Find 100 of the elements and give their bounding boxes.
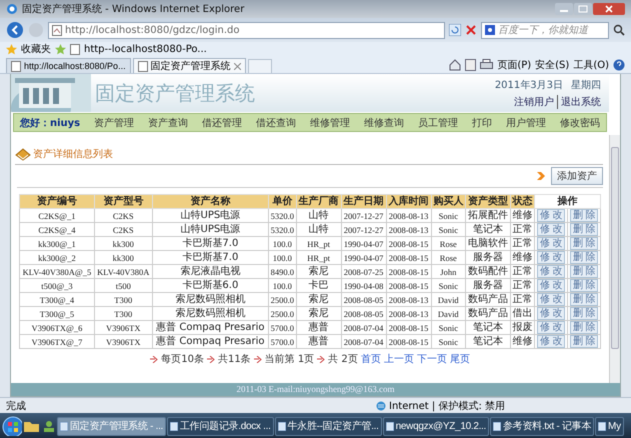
delete-button[interactable]: 删 除 — [570, 223, 598, 236]
table-cell: 借出 — [510, 306, 535, 320]
start-button[interactable] — [2, 416, 22, 436]
edit-button[interactable]: 修 改 — [536, 223, 566, 236]
table-cell: 山特UPS电源 — [152, 208, 269, 222]
taskbar-item[interactable]: 参考资料.txt - 记事本 — [490, 416, 594, 436]
page-link[interactable]: 下一页 — [416, 352, 447, 366]
delete-button[interactable]: 删 除 — [570, 321, 598, 334]
delete-button[interactable]: 删 除 — [570, 335, 598, 348]
taskbar-item[interactable]: My — [595, 416, 624, 436]
search-field[interactable]: 百度一下，你就知道 — [481, 22, 609, 38]
arrow-icon — [150, 356, 158, 362]
table-cell: C2KS@_1 — [20, 208, 94, 222]
table-cell: 卡巴斯基7.0 — [152, 250, 269, 264]
browser-tab[interactable]: http://localhost:8080/Po... — [6, 58, 131, 73]
delete-button[interactable]: 删 除 — [570, 293, 598, 306]
stop-icon[interactable] — [465, 24, 477, 36]
column-header: 生产日期 — [341, 194, 386, 208]
table-cell: 报废 — [510, 320, 535, 334]
toolbar-menu[interactable]: 安全(S) — [535, 58, 570, 72]
browser-tab[interactable]: 固定资产管理系统 — [132, 58, 246, 73]
table-cell: 索尼数码照相机 — [152, 292, 269, 306]
nav-link[interactable]: 资产查询 — [148, 116, 188, 130]
table-cell: 8490.0 — [268, 264, 296, 278]
edit-button[interactable]: 修 改 — [536, 237, 566, 250]
nav-link[interactable]: 借还管理 — [202, 116, 242, 130]
table-cell: 5700.0 — [268, 320, 296, 334]
table-cell: 2007-12-27 — [341, 208, 386, 222]
help-icon[interactable] — [613, 58, 625, 70]
close-button[interactable] — [593, 3, 625, 15]
edit-button[interactable]: 修 改 — [536, 321, 566, 334]
close-tab-icon[interactable] — [234, 62, 241, 70]
edit-button[interactable]: 修 改 — [536, 279, 566, 292]
table-cell: 拓展配件 — [466, 208, 511, 222]
add-asset-button[interactable]: 添加资产 — [551, 167, 603, 185]
table-cell: kk300 — [94, 250, 152, 264]
favorite-link[interactable]: http--localhost8080-Po... — [84, 44, 207, 54]
column-header: 操作 — [534, 194, 600, 208]
site-title: 固定资产管理系统 — [95, 80, 255, 106]
table-cell: 2007-12-27 — [341, 222, 386, 236]
edit-button[interactable]: 修 改 — [536, 335, 566, 348]
table-cell: 100.0 — [268, 236, 296, 250]
nav-link[interactable]: 员工管理 — [418, 116, 458, 130]
table-cell: 2008-08-15 — [386, 264, 432, 278]
nav-link[interactable]: 打印 — [472, 116, 492, 130]
print-icon[interactable] — [480, 59, 494, 70]
taskbar-item[interactable]: newqgzx@YZ_10.2... — [382, 416, 490, 436]
table-cell: kk300@_2 — [20, 250, 94, 264]
folder-icon[interactable] — [23, 419, 39, 433]
table-cell: David — [431, 306, 466, 320]
nav-link[interactable]: 维修管理 — [310, 116, 350, 130]
table-cell: 笔记本 — [466, 320, 511, 334]
table-cell: 惠普 Compaq Presario — [152, 334, 269, 348]
delete-button[interactable]: 删 除 — [570, 265, 598, 278]
delete-button[interactable]: 删 除 — [570, 237, 598, 250]
security-zone: Internet | 保护模式: 禁用 — [389, 400, 505, 412]
nav-link[interactable]: 资产管理 — [94, 116, 134, 130]
delete-button[interactable]: 删 除 — [570, 209, 598, 222]
table-cell: kk300@_1 — [20, 236, 94, 250]
edit-button[interactable]: 修 改 — [536, 209, 566, 222]
delete-button[interactable]: 删 除 — [570, 251, 598, 264]
scrollbar[interactable] — [609, 135, 620, 383]
table-cell: Sonic — [431, 334, 466, 348]
refresh-icon[interactable] — [449, 24, 461, 36]
toolbar-menu[interactable]: 工具(O) — [573, 58, 609, 72]
scroll-thumb[interactable] — [611, 147, 619, 349]
toolbar-menu[interactable]: 页面(P) — [497, 58, 532, 72]
table-cell: 2008-08-15 — [386, 278, 432, 292]
header-link[interactable]: 注销用户 — [514, 95, 554, 109]
edit-button[interactable]: 修 改 — [536, 265, 566, 278]
edit-button[interactable]: 修 改 — [536, 307, 566, 320]
table-cell: 笔记本 — [466, 222, 511, 236]
home-icon[interactable] — [449, 58, 462, 70]
table-cell: Sonic — [431, 320, 466, 334]
page-link[interactable]: 首页 — [360, 352, 381, 366]
delete-button[interactable]: 删 除 — [570, 307, 598, 320]
page-link[interactable]: 尾页 — [450, 352, 470, 366]
delete-button[interactable]: 删 除 — [570, 279, 598, 292]
edit-button[interactable]: 修 改 — [536, 251, 566, 264]
table-cell: T300 — [94, 306, 152, 320]
table-cell: C2KS@_4 — [20, 222, 94, 236]
table-cell: 5320.0 — [268, 222, 296, 236]
search-icon[interactable] — [613, 24, 625, 36]
edit-button[interactable]: 修 改 — [536, 293, 566, 306]
nav-link[interactable]: 维修查询 — [364, 116, 404, 130]
nav-link[interactable]: 用户管理 — [506, 116, 546, 130]
table-cell: 索尼 — [296, 292, 342, 306]
page-link[interactable]: 上一页 — [384, 352, 414, 366]
column-header: 资产型号 — [94, 194, 152, 208]
taskbar-item[interactable]: 固定资产管理系统 - ... — [57, 416, 166, 436]
header-link[interactable]: 退出系统 — [557, 95, 601, 109]
back-button[interactable] — [6, 21, 24, 39]
page-icon — [52, 24, 62, 36]
table-cell: T300 — [94, 292, 152, 306]
taskbar-item[interactable]: 工作问题记录.docx ... — [167, 416, 274, 436]
favorites-button[interactable]: 收藏夹 — [21, 42, 51, 56]
taskbar-item[interactable]: 牛永胜--固定资产管... — [274, 416, 382, 436]
nav-link[interactable]: 借还查询 — [256, 116, 296, 130]
nav-link[interactable]: 修改密码 — [560, 116, 600, 130]
address-field[interactable]: http://localhost:8080/gdzc/login.do — [48, 22, 445, 38]
